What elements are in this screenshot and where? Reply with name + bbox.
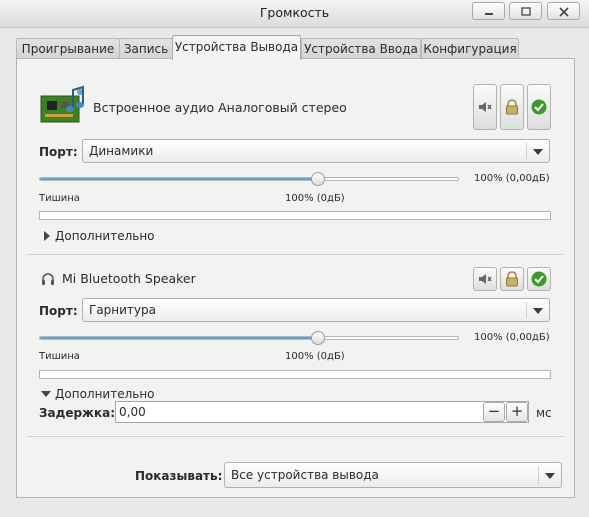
port-label: Порт: [39, 304, 78, 318]
chevron-down-icon [533, 308, 543, 314]
chevron-down-icon [533, 149, 543, 155]
close-button[interactable] [547, 2, 580, 20]
port-label: Порт: [39, 145, 78, 159]
unity-mark-label: 100% (0дБ) [285, 193, 345, 204]
lock-channels-button[interactable] [500, 84, 524, 130]
lock-channels-button[interactable] [500, 267, 524, 291]
chevron-down-icon [41, 391, 51, 397]
latency-input[interactable]: 0,00 − + [115, 401, 529, 423]
tab-configuration[interactable]: Конфигурация [421, 38, 519, 59]
latency-value: 0,00 [119, 405, 146, 419]
maximize-icon [520, 7, 531, 16]
mute-button[interactable] [473, 267, 497, 291]
lock-icon [506, 271, 518, 287]
volume-value: 100% (0,00дБ) [474, 173, 550, 184]
tab-recording[interactable]: Запись [119, 38, 173, 59]
set-default-button[interactable] [527, 267, 551, 291]
device-name: Встроенное аудио Аналоговый стерео [93, 100, 347, 115]
decrement-button[interactable]: − [483, 402, 505, 422]
device-name: Mi Bluetooth Speaker [62, 271, 196, 286]
advanced-label: Дополнительно [55, 229, 155, 243]
device-separator [27, 254, 563, 255]
silence-label: Тишина [39, 193, 80, 204]
port-dropdown[interactable]: Гарнитура [82, 298, 550, 322]
volume-slider-fill [40, 337, 320, 339]
advanced-label: Дополнительно [55, 387, 155, 401]
volume-slider-fill [40, 178, 320, 180]
show-label: Показывать: [135, 469, 223, 483]
default-check-icon [531, 271, 547, 287]
port-value: Динамики [89, 144, 154, 158]
port-dropdown[interactable]: Динамики [82, 139, 550, 163]
section-separator [27, 436, 563, 437]
mute-icon [479, 102, 492, 112]
increment-button[interactable]: + [506, 402, 528, 422]
default-check-icon [531, 99, 547, 115]
headset-icon [41, 272, 55, 289]
show-value: Все устройства вывода [231, 468, 379, 482]
unity-mark-label: 100% (0дБ) [285, 351, 345, 362]
output-devices-panel: Встроенное аудио Аналоговый стерео Порт:… [16, 58, 575, 498]
title-bar: Громкость [0, 0, 589, 28]
chevron-down-icon [545, 473, 555, 479]
latency-unit: мс [536, 406, 552, 420]
volume-slider-handle[interactable] [311, 331, 326, 345]
show-devices-dropdown[interactable]: Все устройства вывода [224, 462, 562, 488]
lock-icon [506, 99, 518, 115]
maximize-button[interactable] [509, 2, 542, 20]
sound-card-icon [39, 84, 89, 131]
tab-output-devices[interactable]: Устройства Вывода [172, 35, 301, 60]
silence-label: Тишина [39, 351, 80, 362]
set-default-button[interactable] [527, 84, 551, 130]
volume-value: 100% (0,00дБ) [474, 332, 550, 343]
minimize-icon [484, 13, 493, 15]
mute-icon [479, 274, 492, 284]
level-meter [39, 370, 551, 379]
volume-slider[interactable] [39, 336, 459, 340]
tab-playback[interactable]: Проигрывание [16, 38, 120, 59]
volume-slider[interactable] [39, 177, 459, 181]
mute-button[interactable] [473, 84, 497, 130]
level-meter [39, 211, 551, 220]
close-icon [558, 7, 569, 17]
tab-input-devices[interactable]: Устройства Ввода [301, 38, 421, 59]
chevron-right-icon [44, 231, 50, 241]
minimize-button[interactable] [472, 2, 505, 20]
volume-slider-handle[interactable] [311, 172, 326, 186]
latency-label: Задержка: [39, 406, 116, 420]
port-value: Гарнитура [89, 303, 156, 317]
